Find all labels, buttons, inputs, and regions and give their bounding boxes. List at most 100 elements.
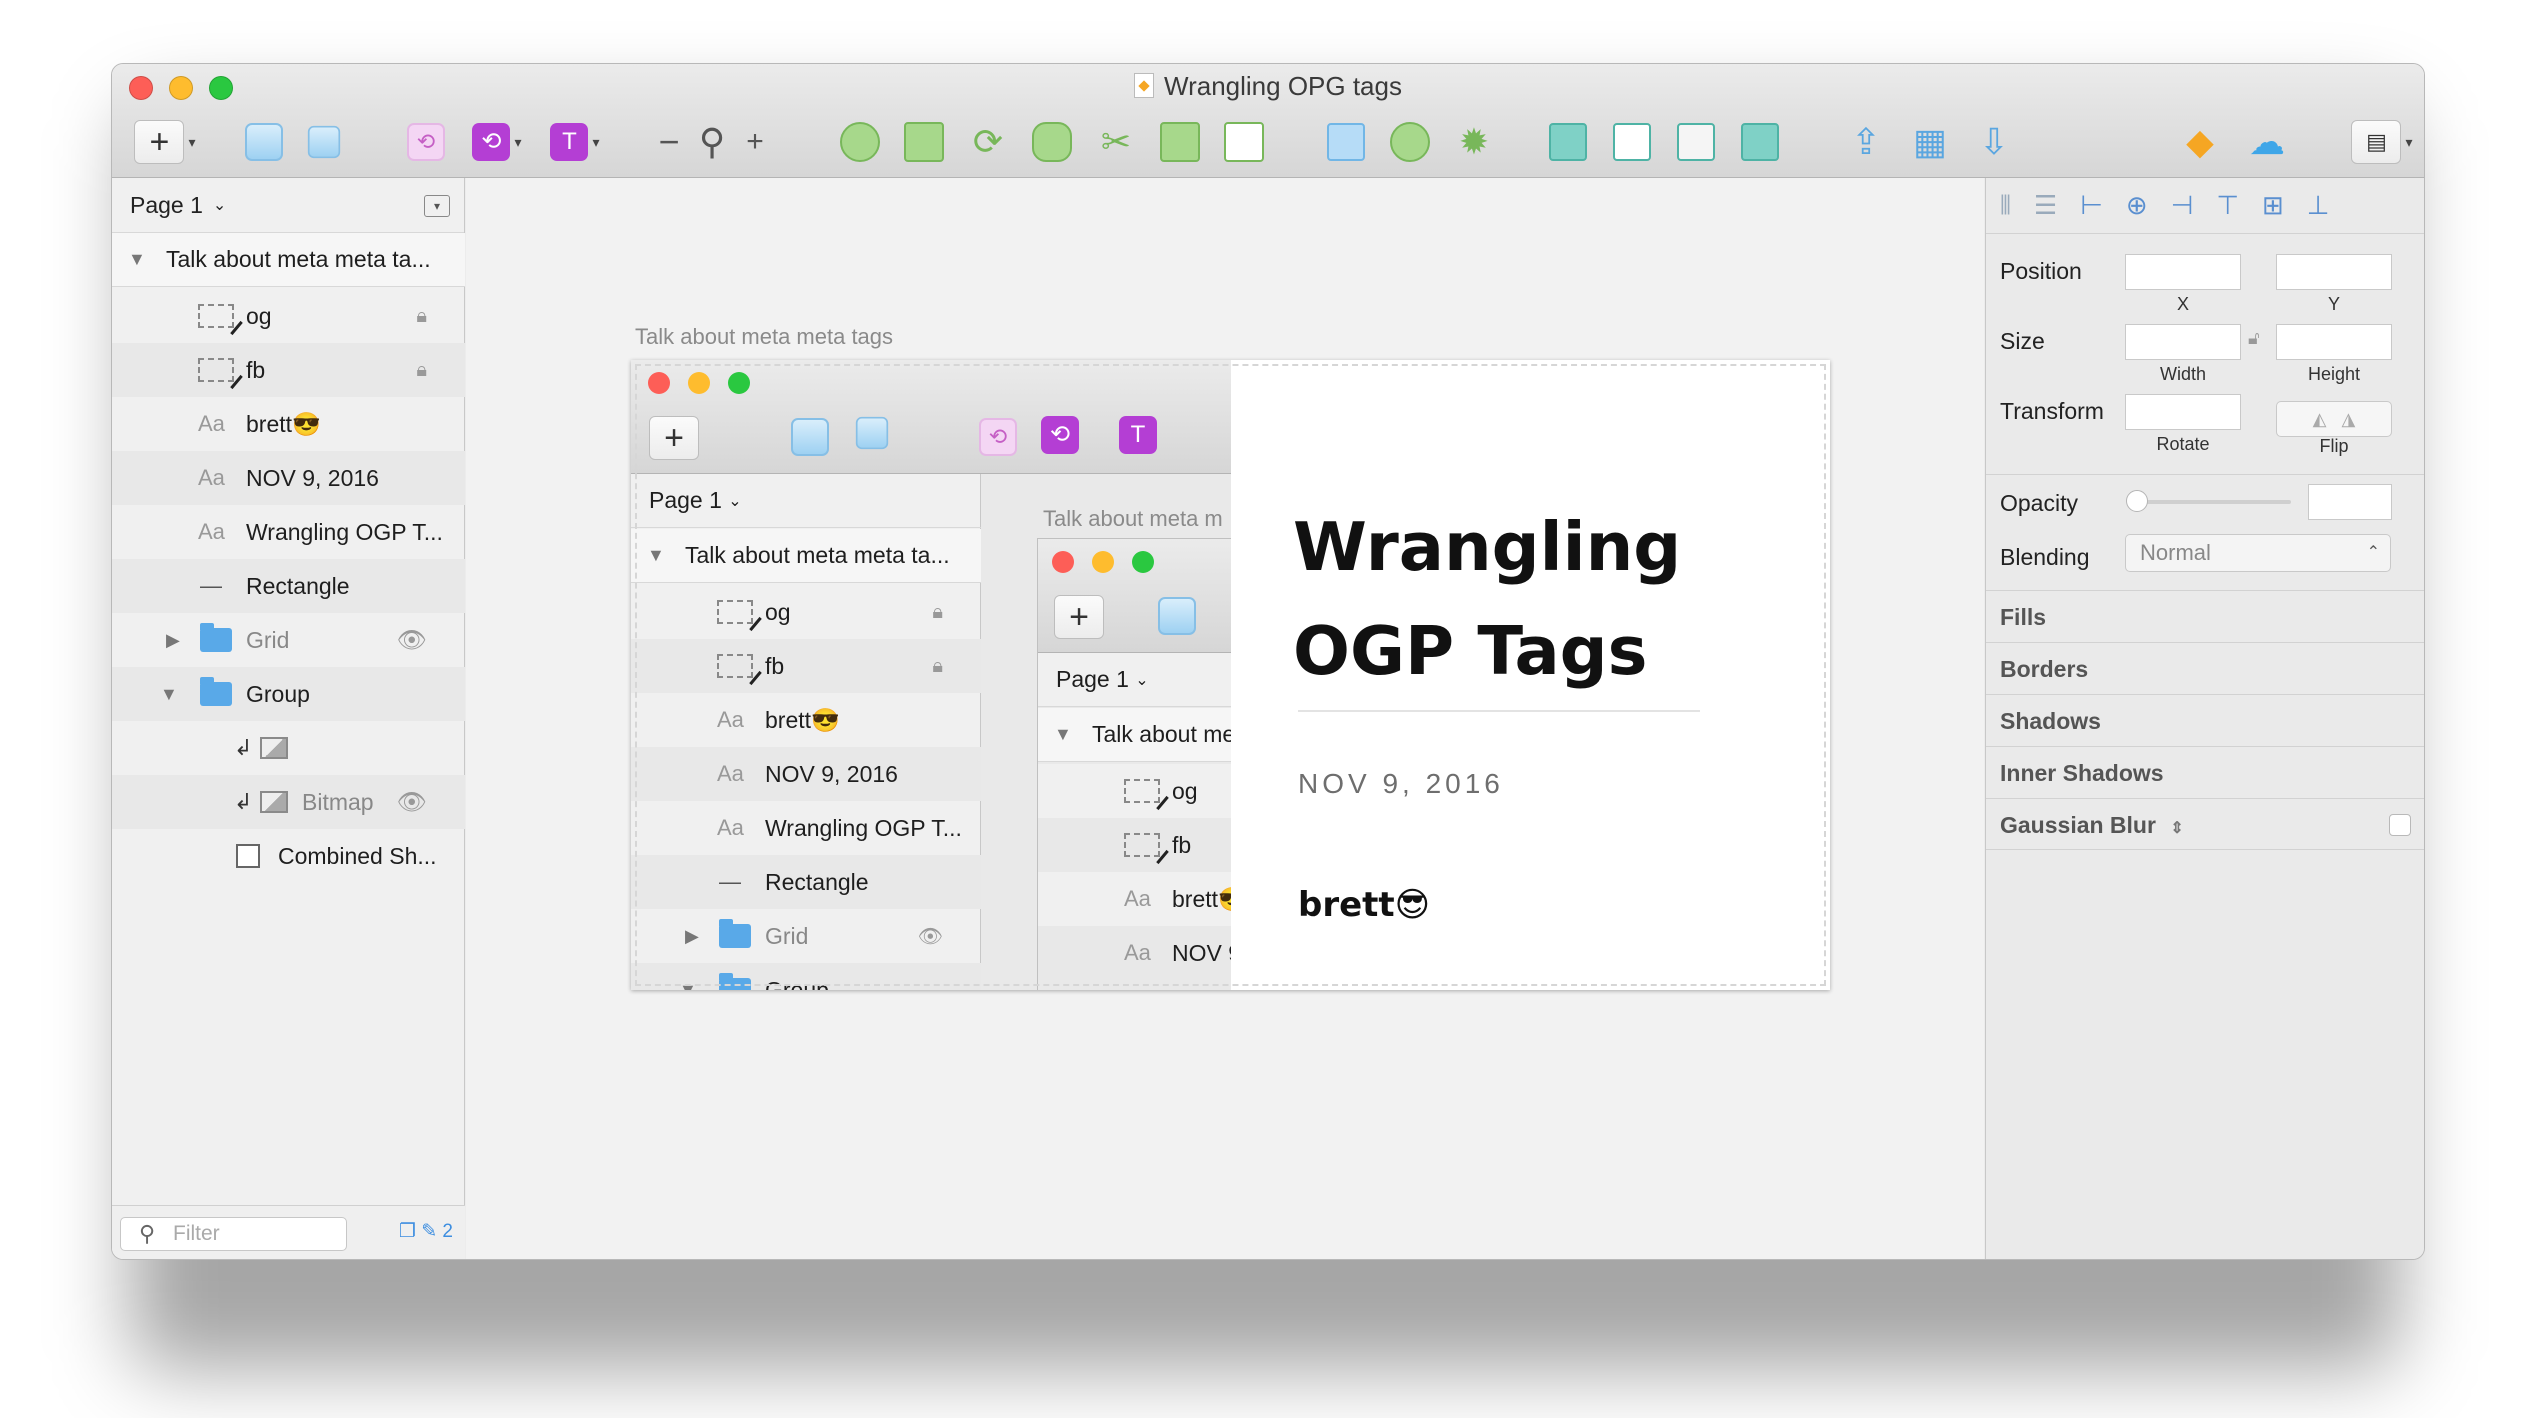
mask-button[interactable] xyxy=(1156,116,1204,168)
disclosure-closed-icon[interactable]: ▶ xyxy=(166,630,180,651)
post-date[interactable]: NOV 9, 2016 xyxy=(1298,768,1504,800)
insert-button[interactable]: + ▾ xyxy=(130,116,200,168)
inner-shadows-section[interactable]: Inner Shadows xyxy=(1986,746,2424,798)
align-center-icon[interactable]: ⊕ xyxy=(2126,190,2148,221)
lock-icon[interactable]: 🔒︎ xyxy=(416,305,427,328)
fills-section[interactable]: Fills xyxy=(1986,590,2424,642)
filter-input[interactable]: ⚲ Filter xyxy=(120,1217,347,1251)
collapse-icon[interactable]: ▾ xyxy=(424,195,450,217)
flip-horizontal-icon[interactable]: ◭ xyxy=(2313,409,2327,429)
backward-button[interactable] xyxy=(1386,116,1434,168)
layer-row[interactable]: Combined Sh... xyxy=(112,829,465,883)
align-top-icon[interactable]: ⊤ xyxy=(2216,190,2239,221)
layer-row[interactable]: ▶ Grid 👁︎ xyxy=(112,613,465,667)
text-styles-button[interactable]: T ▾ xyxy=(542,116,608,168)
canvas[interactable]: Talk about meta meta tags + ⟲ ⟲ T Page 1… xyxy=(466,178,1984,1259)
layer-row[interactable]: ▼ Group xyxy=(112,667,465,721)
bring-forward-button[interactable]: ⇪ xyxy=(1842,116,1890,168)
nested-titlebar: + ⟲ ⟲ T xyxy=(631,360,1231,474)
deep-layer-row: ▼ Talk about me xyxy=(1038,708,1231,762)
rotate-button[interactable]: ⟳ xyxy=(964,116,1012,168)
layer-row[interactable]: Aa Wrangling OGP T... xyxy=(112,505,465,559)
line-icon: — xyxy=(200,573,222,598)
page-selector[interactable]: Page 1 ⌄ ▾ xyxy=(112,178,464,233)
bitmap-screenshot[interactable]: + ⟲ ⟲ T Page 1 ⌄ ▼ Talk about meta meta t… xyxy=(631,360,1231,990)
ungroup-button[interactable] xyxy=(300,116,348,168)
layer-row[interactable]: og 🔒︎ xyxy=(112,289,465,343)
scissors-button[interactable]: ✂ xyxy=(1092,116,1140,168)
upload-button[interactable]: ☁ xyxy=(2240,116,2294,168)
eye-icon[interactable]: 👁︎ xyxy=(397,788,427,817)
align-left-icon[interactable]: ⊢ xyxy=(2080,190,2103,221)
lock-icon[interactable]: 🔒︎ xyxy=(416,359,427,382)
nested-layer-row: Aa brett😎 xyxy=(717,706,840,733)
settings-button[interactable]: ✹ xyxy=(1450,116,1498,168)
scale-button[interactable] xyxy=(1220,116,1268,168)
plus-icon: + xyxy=(649,416,699,460)
divider xyxy=(1986,474,2424,475)
blending-select[interactable]: Normal ⌃ xyxy=(2125,534,2391,572)
layer-row[interactable]: Aa brett😎 xyxy=(112,397,465,451)
group-button[interactable] xyxy=(240,116,288,168)
post-title[interactable]: Wrangling OGP Tags xyxy=(1293,495,1753,703)
width-field[interactable] xyxy=(2125,324,2241,360)
gaussian-blur-checkbox[interactable] xyxy=(2389,814,2411,836)
flip-button[interactable]: ◭ ◮ xyxy=(2276,401,2392,437)
post-divider[interactable] xyxy=(1298,710,1700,712)
chevron-down-icon: ⌄ xyxy=(212,197,227,214)
difference-button[interactable] xyxy=(1736,116,1784,168)
distribute-horizontal-icon[interactable]: ⫴ xyxy=(2000,190,2011,222)
align-middle-icon[interactable]: ⊞ xyxy=(2262,190,2284,221)
view-button[interactable]: ▤ ▾ xyxy=(2346,116,2418,168)
flip-vertical-icon[interactable]: ◮ xyxy=(2342,409,2356,429)
lock-ratio-icon[interactable]: 🔓︎ xyxy=(2248,328,2260,349)
intersect-icon xyxy=(1677,123,1715,161)
zoom-out-button[interactable]: − xyxy=(654,116,684,168)
edit-button[interactable] xyxy=(836,116,884,168)
opacity-field[interactable] xyxy=(2308,484,2392,520)
shadows-section[interactable]: Shadows xyxy=(1986,694,2424,746)
layer-row[interactable]: ↲ xyxy=(112,721,465,775)
zoom-button[interactable]: ⚲ xyxy=(690,116,734,168)
distribute-vertical-icon[interactable]: ☰ xyxy=(2034,190,2057,221)
disclosure-open-icon[interactable]: ▼ xyxy=(128,249,146,270)
send-backward-button[interactable]: ⇩ xyxy=(1970,116,2018,168)
zoom-in-button[interactable]: + xyxy=(740,116,770,168)
y-field[interactable] xyxy=(2276,254,2392,290)
transform-button[interactable] xyxy=(900,116,948,168)
layer-row[interactable]: fb 🔒︎ xyxy=(112,343,465,397)
align-bottom-icon[interactable]: ⊥ xyxy=(2307,190,2330,221)
align-right-icon[interactable]: ⊣ xyxy=(2171,190,2194,221)
create-symbol-button[interactable]: ⟲ xyxy=(402,116,450,168)
sketch-cloud-button[interactable]: ◆ xyxy=(2176,116,2224,168)
opacity-slider-knob[interactable] xyxy=(2126,490,2148,512)
borders-section[interactable]: Borders xyxy=(1986,642,2424,694)
artboard-label[interactable]: Talk about meta meta tags xyxy=(635,324,893,350)
layer-row[interactable]: ↲ Bitmap 👁︎ xyxy=(112,775,465,829)
nested-layer-row: ▼ Talk about meta meta ta... xyxy=(631,529,981,583)
disclosure-open-icon[interactable]: ▼ xyxy=(160,684,178,705)
chevron-down-icon: ▾ xyxy=(2405,133,2413,150)
rotate-field[interactable] xyxy=(2125,394,2241,430)
height-field[interactable] xyxy=(2276,324,2392,360)
subtract-button[interactable] xyxy=(1608,116,1656,168)
forward-button[interactable] xyxy=(1322,116,1370,168)
layer-row[interactable]: — Rectangle xyxy=(112,559,465,613)
symbols-menu-button[interactable]: ⟲ ▾ xyxy=(464,116,530,168)
layer-row-artboard[interactable]: ▼ Talk about meta meta ta... xyxy=(112,233,465,287)
text-icon: Aa xyxy=(198,519,225,544)
union-button[interactable] xyxy=(1544,116,1592,168)
gaussian-blur-section[interactable]: Gaussian Blur ⇕ xyxy=(1986,798,2424,850)
intersect-button[interactable] xyxy=(1672,116,1720,168)
post-author[interactable]: brett😎 xyxy=(1298,885,1430,925)
grid-button[interactable]: ▦ xyxy=(1906,116,1954,168)
flatten-button[interactable] xyxy=(1028,116,1076,168)
filter-options[interactable]: ❐ ✎ 2 xyxy=(399,1220,453,1243)
nested-layer-row: fb 🔒︎ xyxy=(631,639,981,693)
layer-row[interactable]: Aa NOV 9, 2016 xyxy=(112,451,465,505)
updown-chevron-icon[interactable]: ⇕ xyxy=(2170,820,2183,837)
artboard[interactable]: + ⟲ ⟲ T Page 1 ⌄ ▼ Talk about meta meta t… xyxy=(631,360,1830,990)
opacity-slider[interactable] xyxy=(2136,500,2291,504)
x-field[interactable] xyxy=(2125,254,2241,290)
eye-icon[interactable]: 👁︎ xyxy=(397,626,427,655)
